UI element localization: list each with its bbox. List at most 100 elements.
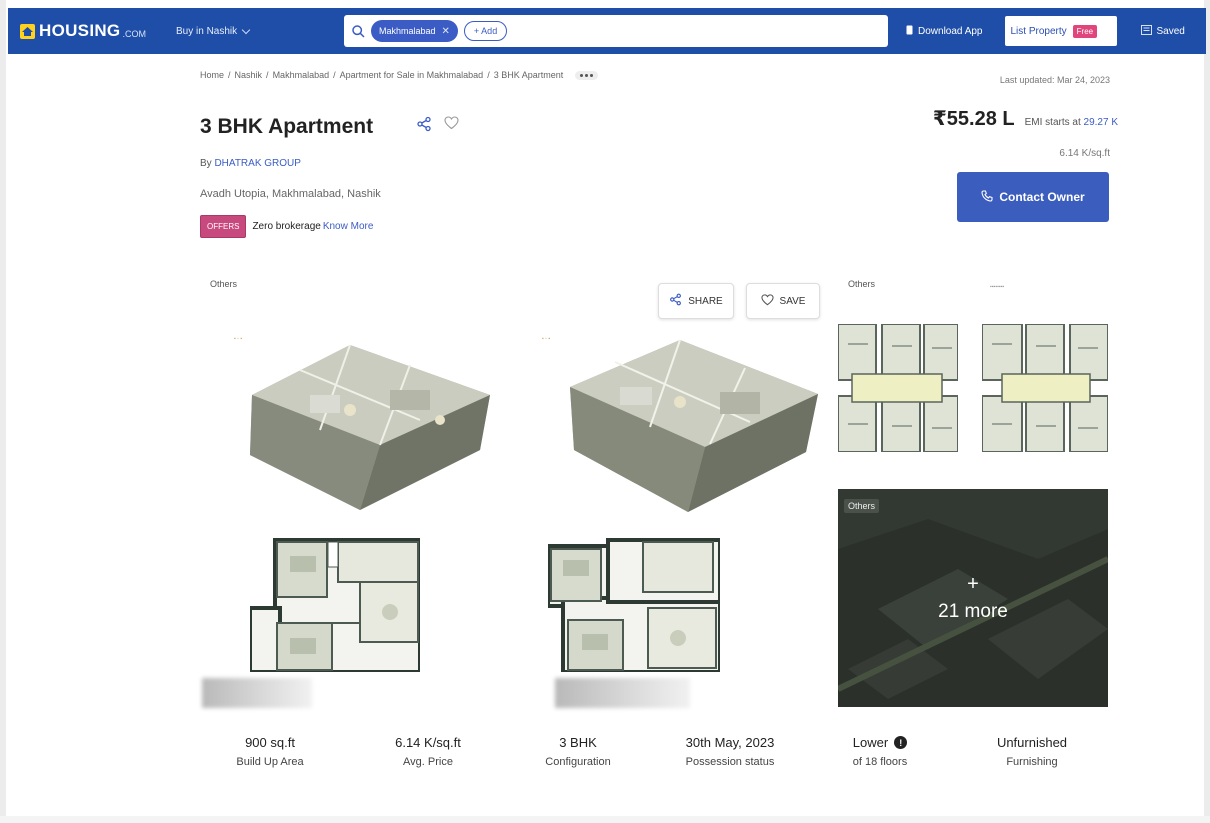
breadcrumb-separator: /	[487, 70, 490, 80]
price-block: ₹55.28 L EMI starts at 29.27 K	[933, 106, 1118, 131]
stat-possession-status: 30th May, 2023 Possession status	[665, 735, 795, 768]
city-selector-label: Buy in Nashik	[176, 25, 238, 37]
stat-configuration: 3 BHK Configuration	[518, 735, 638, 768]
stat-value: Lower	[852, 735, 889, 750]
saved-icon	[1140, 24, 1152, 38]
stat-value: 900 sq.ft	[245, 735, 295, 750]
add-locality-button[interactable]: + Add	[463, 21, 508, 41]
save-button[interactable]: SAVE	[746, 283, 820, 319]
more-photos-label: 21 more	[938, 601, 1008, 622]
brand-suffix: .COM	[122, 28, 146, 39]
watermark-label: ▪▪▪▪▪▪▪▪	[990, 284, 1005, 290]
search-icon	[352, 24, 365, 38]
gallery-label-left: Others	[210, 279, 238, 289]
stat-value: 6.14 K/sq.ft	[395, 735, 461, 750]
more-photos-tile[interactable]: Others + 21 more	[838, 489, 1108, 707]
nav-actions: Download App List Property Free Saved	[906, 8, 1185, 54]
locality-chip[interactable]: Makhmalabad ✕	[371, 20, 458, 42]
stat-value: 3 BHK	[559, 735, 597, 750]
emi-value: 29.27 K	[1083, 117, 1118, 128]
heart-icon	[760, 293, 774, 309]
breadcrumb-item-current: 3 BHK Apartment	[493, 70, 564, 80]
emi-info[interactable]: EMI starts at 29.27 K	[1025, 117, 1118, 128]
logo-house-icon	[20, 23, 35, 39]
info-icon[interactable]: !	[894, 736, 908, 749]
stat-label: of 18 floors	[852, 756, 908, 768]
others-tag: Others	[844, 499, 880, 513]
stat-build-up-area: 900 sq.ft Build Up Area	[210, 735, 330, 768]
breadcrumb-separator: /	[228, 70, 231, 80]
builder-line: By DHATRAK GROUP	[200, 158, 301, 169]
stat-value: 30th May, 2023	[685, 735, 775, 750]
share-icon	[669, 293, 682, 309]
offer-row: OFFERS Zero brokerage Know More	[200, 215, 373, 238]
heart-icon[interactable]	[444, 116, 459, 137]
save-button-label: SAVE	[779, 295, 806, 307]
stat-label: Configuration	[545, 756, 611, 768]
more-options-icon[interactable]	[575, 70, 599, 80]
top-navigation-bar: HOUSING .COM Buy in Nashik Makhmalabad ✕…	[8, 8, 1206, 54]
floor-plan-image[interactable]	[250, 538, 420, 672]
building-floor-plate-image[interactable]	[982, 324, 1108, 452]
contact-owner-label: Contact Owner	[999, 190, 1085, 204]
price-value: ₹55.28 L	[932, 108, 1015, 130]
stat-label: Build Up Area	[236, 756, 304, 768]
close-icon[interactable]: ✕	[442, 26, 450, 37]
plus-icon: +	[967, 573, 979, 595]
download-app-link[interactable]: Download App	[906, 25, 983, 38]
last-updated: Last updated: Mar 24, 2023	[999, 75, 1110, 85]
saved-label: Saved	[1156, 25, 1185, 37]
isometric-floor-plan-image[interactable]	[240, 335, 500, 515]
list-property-label: List Property	[1010, 25, 1067, 37]
watermark-label: ▪ ▫ ▪	[234, 336, 243, 342]
share-button[interactable]: SHARE	[658, 283, 734, 319]
breadcrumb-separator: /	[266, 70, 269, 80]
builder-link[interactable]: DHATRAK GROUP	[214, 158, 301, 169]
building-floor-plate-image[interactable]	[838, 324, 958, 452]
isometric-floor-plan-image[interactable]	[560, 332, 825, 517]
aerial-site-photo	[838, 489, 1108, 707]
breadcrumb-item-category[interactable]: Apartment for Sale in Makhmalabad	[340, 70, 484, 80]
download-app-label: Download App	[918, 25, 983, 37]
stat-label: Possession status	[685, 756, 775, 768]
page-bottom-edge	[0, 816, 1210, 823]
offers-tag: OFFERS	[200, 215, 247, 238]
stat-furnishing: Unfurnished Furnishing	[972, 735, 1092, 768]
stat-label: Furnishing	[1006, 756, 1058, 768]
builder-prefix: By	[200, 158, 212, 169]
city-selector[interactable]: Buy in Nashik	[176, 25, 251, 37]
emi-prefix: EMI starts at	[1024, 117, 1081, 128]
project-location: Avadh Utopia, Makhmalabad, Nashik	[200, 188, 381, 200]
share-button-label: SHARE	[688, 295, 723, 307]
price-per-sqft: 6.14 K/sq.ft	[1059, 148, 1110, 159]
breadcrumb-separator: /	[333, 70, 336, 80]
offer-text: Zero brokerage	[252, 221, 321, 232]
breadcrumb-item-home[interactable]: Home	[200, 70, 224, 80]
watermark-label: ▪ ▫ ▪	[542, 336, 551, 342]
free-badge: Free	[1072, 24, 1098, 38]
locality-chip-label: Makhmalabad	[379, 26, 436, 36]
search-bar[interactable]: Makhmalabad ✕ + Add	[344, 15, 888, 47]
stat-label: Avg. Price	[403, 756, 453, 768]
saved-link[interactable]: Saved	[1140, 24, 1185, 38]
gallery-label-right: Others	[848, 279, 876, 289]
phone-icon	[981, 189, 993, 205]
housing-logo[interactable]: HOUSING .COM	[20, 21, 166, 41]
floor-plan-image[interactable]	[548, 538, 720, 672]
contact-owner-button[interactable]: Contact Owner	[957, 172, 1109, 222]
phone-icon	[906, 25, 913, 38]
list-property-button[interactable]: List Property Free	[1004, 16, 1117, 46]
share-icon[interactable]	[416, 116, 432, 137]
breadcrumb-item-locality[interactable]: Makhmalabad	[273, 70, 330, 80]
stat-floor: Lower! of 18 floors	[820, 735, 940, 768]
breadcrumb: Home / Nashik / Makhmalabad / Apartment …	[200, 70, 599, 80]
stat-value: Unfurnished	[996, 735, 1068, 750]
page-title: 3 BHK Apartment	[200, 115, 374, 138]
stat-avg-price: 6.14 K/sq.ft Avg. Price	[368, 735, 488, 768]
blurred-area	[202, 678, 312, 708]
brand-name: HOUSING	[39, 21, 121, 40]
know-more-link[interactable]: Know More	[323, 221, 374, 232]
chevron-down-icon	[241, 25, 251, 34]
breadcrumb-item-city[interactable]: Nashik	[235, 70, 263, 80]
blurred-area	[555, 678, 690, 708]
